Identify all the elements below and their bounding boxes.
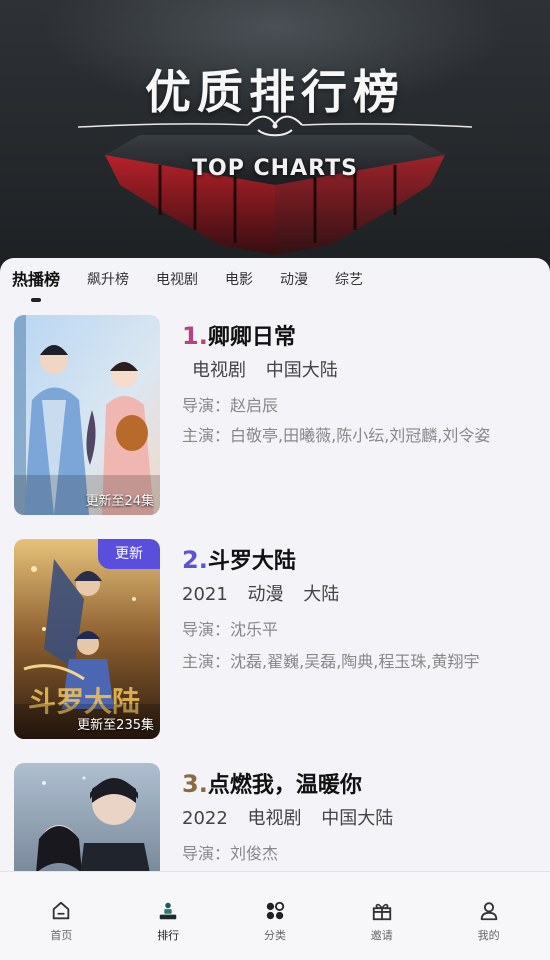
cast: 白敬亭,田曦薇,陈小纭,刘冠麟,刘令姿	[230, 426, 491, 445]
nav-profile-label: 我的	[477, 929, 500, 942]
title-text: 点燃我，温暖你	[207, 773, 362, 798]
nav-category-label: 分类	[263, 929, 286, 942]
nav-invite[interactable]: 邀请	[347, 872, 417, 960]
director-label: 导演：	[182, 396, 231, 415]
year: 2021	[182, 584, 228, 605]
ranking-icon	[159, 902, 177, 920]
cast-line: 主演：白敬亭,田曦薇,陈小纭,刘冠麟,刘令姿	[182, 423, 532, 449]
nav-ranking-label: 排行	[157, 929, 180, 942]
director-line: 导演：沈乐平	[182, 617, 532, 643]
item-info: 1.卿卿日常 电视剧 中国大陆 导演：赵启辰 主演：白敬亭,田曦薇,陈小纭,刘冠…	[182, 319, 532, 449]
home-icon	[53, 901, 70, 920]
list-item[interactable]: 斗罗大陆 更新 更新至235集 2.斗罗大陆 2021 动漫 大陆 导演：沈乐平…	[0, 539, 550, 741]
episode-update: 更新至24集	[85, 494, 154, 509]
ranking-sheet: 热播榜 飙升榜 电视剧 电影 动漫 综艺 更新至24集 1.卿卿日常 电视剧 中…	[0, 258, 550, 960]
poster-image[interactable]: 斗罗大陆 更新 更新至235集	[14, 539, 160, 739]
cast-label: 主演：	[182, 426, 231, 445]
director: 赵启辰	[230, 396, 279, 415]
nav-category[interactable]: 分类	[240, 872, 310, 960]
tab-anime[interactable]: 动漫	[280, 270, 308, 294]
director: 沈乐平	[230, 620, 279, 639]
nav-profile[interactable]: 我的	[454, 872, 524, 960]
gift-icon	[372, 903, 391, 921]
region: 中国大陆	[321, 808, 394, 829]
ornament-divider	[78, 115, 472, 137]
item-title[interactable]: 1.卿卿日常	[182, 319, 532, 353]
tab-tv[interactable]: 电视剧	[156, 270, 198, 294]
hero-banner: 优质排行榜 TOP CHARTS	[0, 0, 550, 275]
poster-image[interactable]: 更新至24集	[14, 315, 160, 515]
nav-home[interactable]: 首页	[26, 872, 96, 960]
tab-rising[interactable]: 飙升榜	[87, 270, 129, 294]
director-label: 导演：	[182, 620, 231, 639]
genre: 动漫	[247, 584, 284, 605]
tab-hot[interactable]: 热播榜	[12, 270, 60, 294]
item-title[interactable]: 2.斗罗大陆	[182, 543, 532, 577]
category-tabs: 热播榜 飙升榜 电视剧 电影 动漫 综艺	[12, 270, 390, 294]
list-item[interactable]: 更新至24集 1.卿卿日常 电视剧 中国大陆 导演：赵启辰 主演：白敬亭,田曦薇…	[0, 315, 550, 517]
item-title[interactable]: 3.点燃我，温暖你	[182, 767, 532, 801]
cast-line: 主演：沈磊,翟巍,吴磊,陶典,程玉珠,黄翔宇	[182, 649, 532, 675]
tab-variety[interactable]: 综艺	[335, 270, 363, 294]
item-meta: 2022 电视剧 中国大陆	[182, 805, 532, 833]
category-icon	[266, 901, 285, 920]
genre: 电视剧	[247, 808, 302, 829]
year: 2022	[182, 808, 228, 829]
cast-label: 主演：	[182, 652, 231, 671]
item-info: 2.斗罗大陆 2021 动漫 大陆 导演：沈乐平 主演：沈磊,翟巍,吴磊,陶典,…	[182, 543, 532, 675]
title-text: 斗罗大陆	[207, 549, 296, 574]
hero-subtitle: TOP CHARTS	[192, 156, 358, 181]
cast: 沈磊,翟巍,吴磊,陶典,程玉珠,黄翔宇	[230, 652, 480, 671]
director-line: 导演：刘俊杰	[182, 841, 532, 867]
profile-icon	[480, 902, 497, 921]
nav-home-label: 首页	[50, 929, 73, 942]
region: 大陆	[303, 584, 340, 605]
region: 中国大陆	[265, 360, 338, 381]
title-text: 卿卿日常	[207, 325, 296, 350]
item-info: 3.点燃我，温暖你 2022 电视剧 中国大陆 导演：刘俊杰	[182, 767, 532, 867]
tab-movie[interactable]: 电影	[225, 270, 253, 294]
rank-number: 1.	[182, 322, 208, 350]
update-badge: 更新	[98, 539, 160, 569]
item-meta: 2021 动漫 大陆	[182, 581, 532, 609]
genre: 电视剧	[192, 360, 246, 381]
nav-ranking[interactable]: 排行	[133, 872, 203, 960]
rank-number: 2.	[182, 546, 208, 574]
item-meta: 电视剧 中国大陆	[182, 357, 532, 385]
director: 刘俊杰	[230, 844, 279, 863]
episode-update: 更新至235集	[77, 718, 154, 733]
director-line: 导演：赵启辰	[182, 393, 532, 419]
bottom-nav: 首页 排行 分类 邀请 我的	[0, 871, 550, 960]
nav-invite-label: 邀请	[370, 929, 393, 942]
director-label: 导演：	[182, 844, 231, 863]
rank-number: 3.	[182, 770, 208, 798]
